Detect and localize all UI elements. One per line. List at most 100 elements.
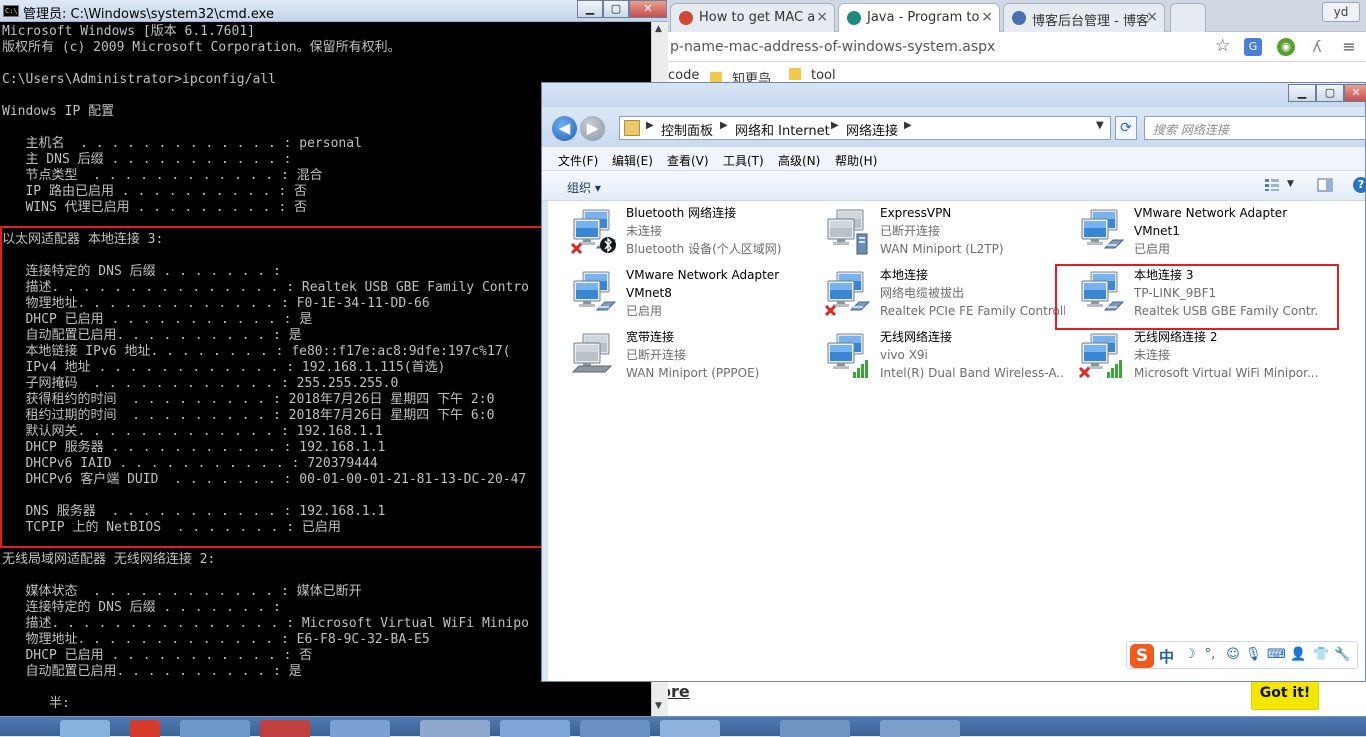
preview-pane-icon[interactable] [1317,178,1333,192]
punctuation-icon[interactable]: °, [1202,647,1218,663]
forward-button[interactable]: ▶ [580,116,605,141]
breadcrumb-control-panel[interactable]: 控制面板 [661,120,713,139]
network-connections-window: ▁ ▢ ✕ ◀ ▶ ▶ 控制面板 ▶ 网络和 Internet ▶ 网络连接 ▶… [541,82,1366,682]
network-connection-item[interactable]: 宽带连接 已断开连接 WAN Miniport (PPPOE) [561,328,811,386]
network-connection-item[interactable]: VMware Network Adapter VMnet8 已启用 [561,266,811,324]
taskbar-item[interactable] [500,720,570,737]
user-icon[interactable]: 👤 [1290,647,1306,663]
connection-name: VMware Network Adapter [1134,206,1288,220]
menu-help[interactable]: 帮助(H) [835,152,877,169]
minimize-button[interactable]: ▁ [577,0,603,18]
ethernet-network-icon [823,270,871,318]
browser-tab-0[interactable]: How to get MAC a × [670,3,835,32]
browser-tab-1[interactable]: Java - Program to × [838,3,1000,32]
cmd-title-bar[interactable]: C:\ 管理员: C:\Windows\system32\cmd.exe ▁ ▢… [0,0,668,22]
bookmark-item[interactable]: code [668,68,699,83]
minimize-button[interactable]: ▁ [1288,84,1316,102]
menu-advanced[interactable]: 高级(N) [778,152,820,169]
network-connection-item[interactable]: Bluetooth 网络连接 未连接 Bluetooth 设备(个人区域网) [561,204,811,262]
close-tab-icon[interactable]: × [1146,9,1158,25]
pdf-extension-icon[interactable]: ʎ [1308,38,1326,56]
network-connection-item[interactable]: 无线网络连接 vivo X9i Intel(R) Dual Band Wireles… [815,328,1065,386]
ethernet-network-icon [569,270,617,318]
wireless-network-icon [1077,332,1125,380]
ime-mode-toggle[interactable]: 中 [1159,646,1174,667]
network-connection-item[interactable]: ExpressVPN 已断开连接 WAN Miniport (L2TP) [815,204,1065,262]
connection-name: 本地连接 [880,268,929,282]
taskbar-item[interactable] [780,720,850,737]
address-bar[interactable]: p-name-mac-address-of-windows-system.asp… [670,39,995,55]
cmd-output-line: 媒体状态 . . . . . . . . . . . . : 媒体已断开 [2,584,362,599]
taskbar-item[interactable] [60,720,110,737]
new-tab-button[interactable] [1170,3,1206,32]
emoji-icon[interactable]: ☺ [1225,647,1241,663]
menu-bar: 文件(F) 编辑(E) 查看(V) 工具(T) 高级(N) 帮助(H) [542,147,1365,171]
microphone-icon[interactable]: 🎙 [1245,647,1262,663]
tools-icon[interactable]: 🔧 [1334,647,1350,663]
breadcrumb-network-connections[interactable]: 网络连接 [846,120,898,139]
cmd-output-line: Windows IP 配置 [2,104,115,119]
organize-button[interactable]: 组织 ▾ [567,179,601,196]
selected-connection-highlight [1055,264,1339,330]
sogou-logo-icon[interactable]: S [1130,644,1154,668]
taskbar-item[interactable] [420,720,490,737]
menu-view[interactable]: 查看(V) [667,152,709,169]
menu-icon[interactable]: ≡ [1340,38,1358,56]
search-input[interactable]: 搜索 网络连接 [1144,116,1366,140]
taskbar-item[interactable] [660,720,720,737]
taskbar-item[interactable] [880,720,960,737]
taskbar-item[interactable] [180,720,250,737]
menu-file[interactable]: 文件(F) [558,152,598,169]
network-connection-item[interactable]: 本地连接网络电缆被拔出 Realtek PCIe FE Family Contro… [815,266,1065,324]
scroll-down-icon[interactable]: ▼ [655,701,662,711]
cmd-output-line: 节点类型 . . . . . . . . . . . . : 混合 [2,168,323,183]
view-options-icon[interactable] [1264,178,1280,192]
connection-status: 网络电缆被拔出 [880,286,965,300]
extension-icon[interactable]: ◉ [1277,38,1295,56]
connection-name: VMware Network Adapter [626,268,780,282]
translate-extension-icon[interactable]: G [1244,38,1262,56]
connection-status: 未连接 [626,224,663,238]
back-button[interactable]: ◀ [552,116,577,141]
control-panel-icon [624,120,640,136]
maximize-button[interactable]: ▢ [1316,84,1344,102]
connection-device: Microsoft Virtual WiFi Minipor... [1134,366,1319,380]
close-button[interactable]: ✕ [629,0,667,18]
connection-status: 未连接 [1134,348,1171,362]
close-button[interactable]: ✕ [1344,84,1366,102]
skin-icon[interactable]: 👕 [1313,647,1329,663]
connection-name-line2: VMnet8 [626,286,672,300]
explorer-title-bar[interactable]: ▁ ▢ ✕ [542,83,1366,107]
chevron-down-icon[interactable]: ▼ [1287,179,1294,189]
breadcrumb-network-internet[interactable]: 网络和 Internet [735,120,830,139]
bookmark-star-icon[interactable]: ☆ [1215,36,1230,56]
browser-tab-2[interactable]: 博客后台管理 - 博客 × [1003,3,1165,32]
chevron-down-icon[interactable]: ▼ [1096,120,1104,131]
connection-status: 已断开连接 [880,224,941,238]
help-icon[interactable]: ? [1353,177,1366,193]
close-tab-icon[interactable]: × [816,9,828,25]
folder-icon [789,68,801,80]
connection-name: 无线网络连接 2 [1134,330,1218,344]
refresh-button[interactable]: ⟳ [1115,116,1137,140]
menu-edit[interactable]: 编辑(E) [612,152,653,169]
vpn-network-icon [823,208,871,256]
maximize-button[interactable]: ▢ [603,0,629,18]
bookmark-folder[interactable]: tool [789,68,836,83]
connection-device: Realtek PCIe FE Family Controll... [880,304,1065,318]
connection-device: WAN Miniport (PPPOE) [626,366,760,380]
close-tab-icon[interactable]: × [981,9,993,25]
menu-tools[interactable]: 工具(T) [723,152,764,169]
keyboard-icon[interactable]: ⌨ [1267,647,1286,663]
cmd-output-line: DHCP 已启用 . . . . . . . . . . . : 否 [2,648,313,663]
scroll-up-icon[interactable]: ▲ [655,24,662,34]
network-connection-item[interactable]: 无线网络连接 2 未连接 Microsoft Virtual WiFi Minipo… [1069,328,1319,386]
taskbar-item[interactable] [260,720,310,737]
explorer-address-bar[interactable]: ▶ 控制面板 ▶ 网络和 Internet ▶ 网络连接 ▶ ▼ [619,116,1111,140]
user-profile-badge[interactable]: yd [1322,2,1360,22]
taskbar-item[interactable] [580,720,650,737]
taskbar-item[interactable] [330,720,390,737]
moon-icon[interactable]: ☽ [1182,647,1198,663]
network-connection-item[interactable]: VMware Network Adapter VMnet1 已启用 [1069,204,1319,262]
taskbar-item[interactable] [130,720,160,737]
